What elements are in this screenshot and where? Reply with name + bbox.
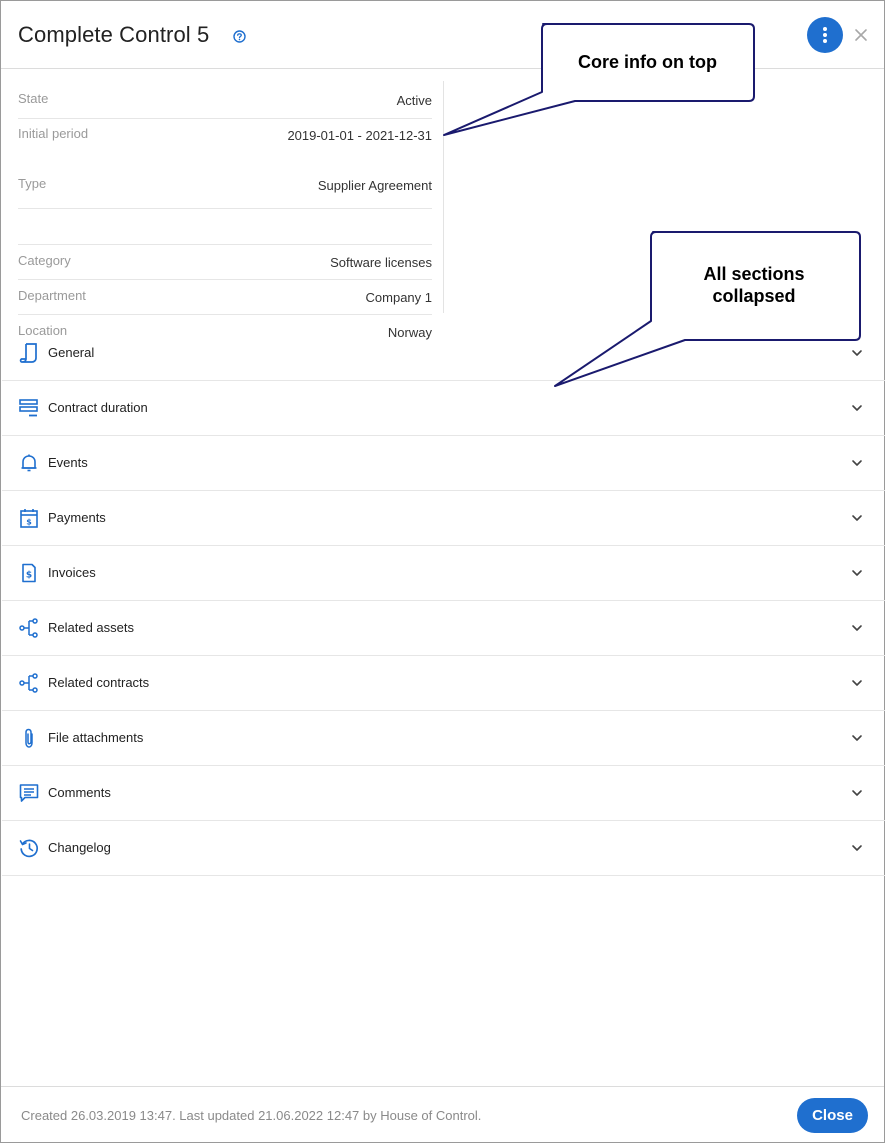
info-label: State (18, 91, 49, 106)
chevron-down-icon (852, 790, 862, 796)
section-invoices[interactable]: $ Invoices (2, 546, 885, 601)
svg-text:$: $ (26, 571, 32, 581)
scroll-icon (19, 343, 37, 363)
history-icon (19, 839, 39, 858)
dialog-header: Complete Control 5 (1, 1, 884, 69)
section-contract-duration[interactable]: Contract duration (2, 381, 885, 436)
section-payments[interactable]: $ Payments (2, 491, 885, 546)
info-row-initial-period: Initial period 2019-01-01 - 2021-12-31 (18, 119, 432, 209)
section-label: Invoices (48, 565, 96, 580)
section-label: Events (48, 455, 88, 470)
audit-meta-text: Created 26.03.2019 13:47. Last updated 2… (21, 1108, 482, 1123)
section-events[interactable]: Events (2, 436, 885, 491)
section-label: Related assets (48, 620, 134, 635)
section-related-assets[interactable]: Related assets (2, 601, 885, 656)
info-label: Department (18, 288, 86, 303)
section-file-attachments[interactable]: File attachments (2, 711, 885, 766)
paperclip-icon (25, 728, 33, 748)
more-options-button[interactable] (807, 17, 843, 53)
chevron-down-icon (852, 350, 862, 356)
relations-icon (19, 618, 38, 638)
section-related-contracts[interactable]: Related contracts (2, 656, 885, 711)
chevron-down-icon (852, 515, 862, 521)
section-label: Comments (48, 785, 111, 800)
info-value: Software licenses (330, 255, 432, 270)
core-info-panel: State Active Initial period 2019-01-01 -… (18, 81, 432, 350)
timeline-icon (19, 399, 38, 417)
info-row-department: Department Company 1 (18, 280, 432, 315)
section-label: File attachments (48, 730, 144, 745)
close-button[interactable]: Close (797, 1098, 868, 1133)
info-row-type: Type Supplier Agreement (18, 176, 432, 245)
section-general[interactable]: General (2, 326, 885, 381)
info-label: Type (18, 176, 47, 191)
callout-core-info-text: Core info on top (578, 52, 717, 72)
section-label: Contract duration (48, 400, 148, 415)
section-label: General (48, 345, 95, 360)
info-value: Active (396, 93, 432, 108)
bell-icon (21, 454, 37, 472)
section-comments[interactable]: Comments (2, 766, 885, 821)
comment-icon (19, 784, 39, 802)
vertical-dots-icon (823, 27, 827, 43)
relations-icon (19, 673, 38, 693)
help-circle-icon[interactable] (233, 30, 246, 43)
calendar-dollar-icon: $ (20, 509, 38, 528)
info-divider (443, 81, 444, 313)
info-value: Supplier Agreement (317, 178, 432, 193)
info-label: Category (18, 253, 71, 268)
chevron-down-icon (852, 735, 862, 741)
dialog-footer: Created 26.03.2019 13:47. Last updated 2… (1, 1086, 884, 1143)
callout-sections-text-line2: collapsed (712, 286, 796, 306)
chevron-down-icon (852, 845, 862, 851)
chevron-down-icon (852, 680, 862, 686)
callout-sections-text-line1: All sections (703, 264, 805, 284)
contract-dialog: Complete Control 5 State Active Initial … (0, 0, 885, 1143)
info-row-state: State Active (18, 81, 432, 119)
sections-list: General Contract duration Events $ Payme… (2, 326, 885, 876)
section-changelog[interactable]: Changelog (2, 821, 885, 876)
chevron-down-icon (852, 460, 862, 466)
info-row-category: Category Software licenses (18, 245, 432, 280)
info-value: Company 1 (365, 290, 432, 305)
info-value: 2019-01-01 - 2021-12-31 (287, 128, 432, 143)
chevron-down-icon (852, 405, 862, 411)
chevron-down-icon (852, 625, 862, 631)
section-label: Payments (48, 510, 106, 525)
svg-text:$: $ (26, 518, 32, 527)
chevron-down-icon (852, 570, 862, 576)
section-label: Changelog (48, 840, 111, 855)
dialog-title: Complete Control 5 (18, 22, 210, 47)
section-label: Related contracts (48, 675, 150, 690)
invoice-dollar-icon: $ (22, 563, 36, 583)
close-icon[interactable] (852, 26, 870, 44)
info-label: Initial period (18, 126, 89, 141)
